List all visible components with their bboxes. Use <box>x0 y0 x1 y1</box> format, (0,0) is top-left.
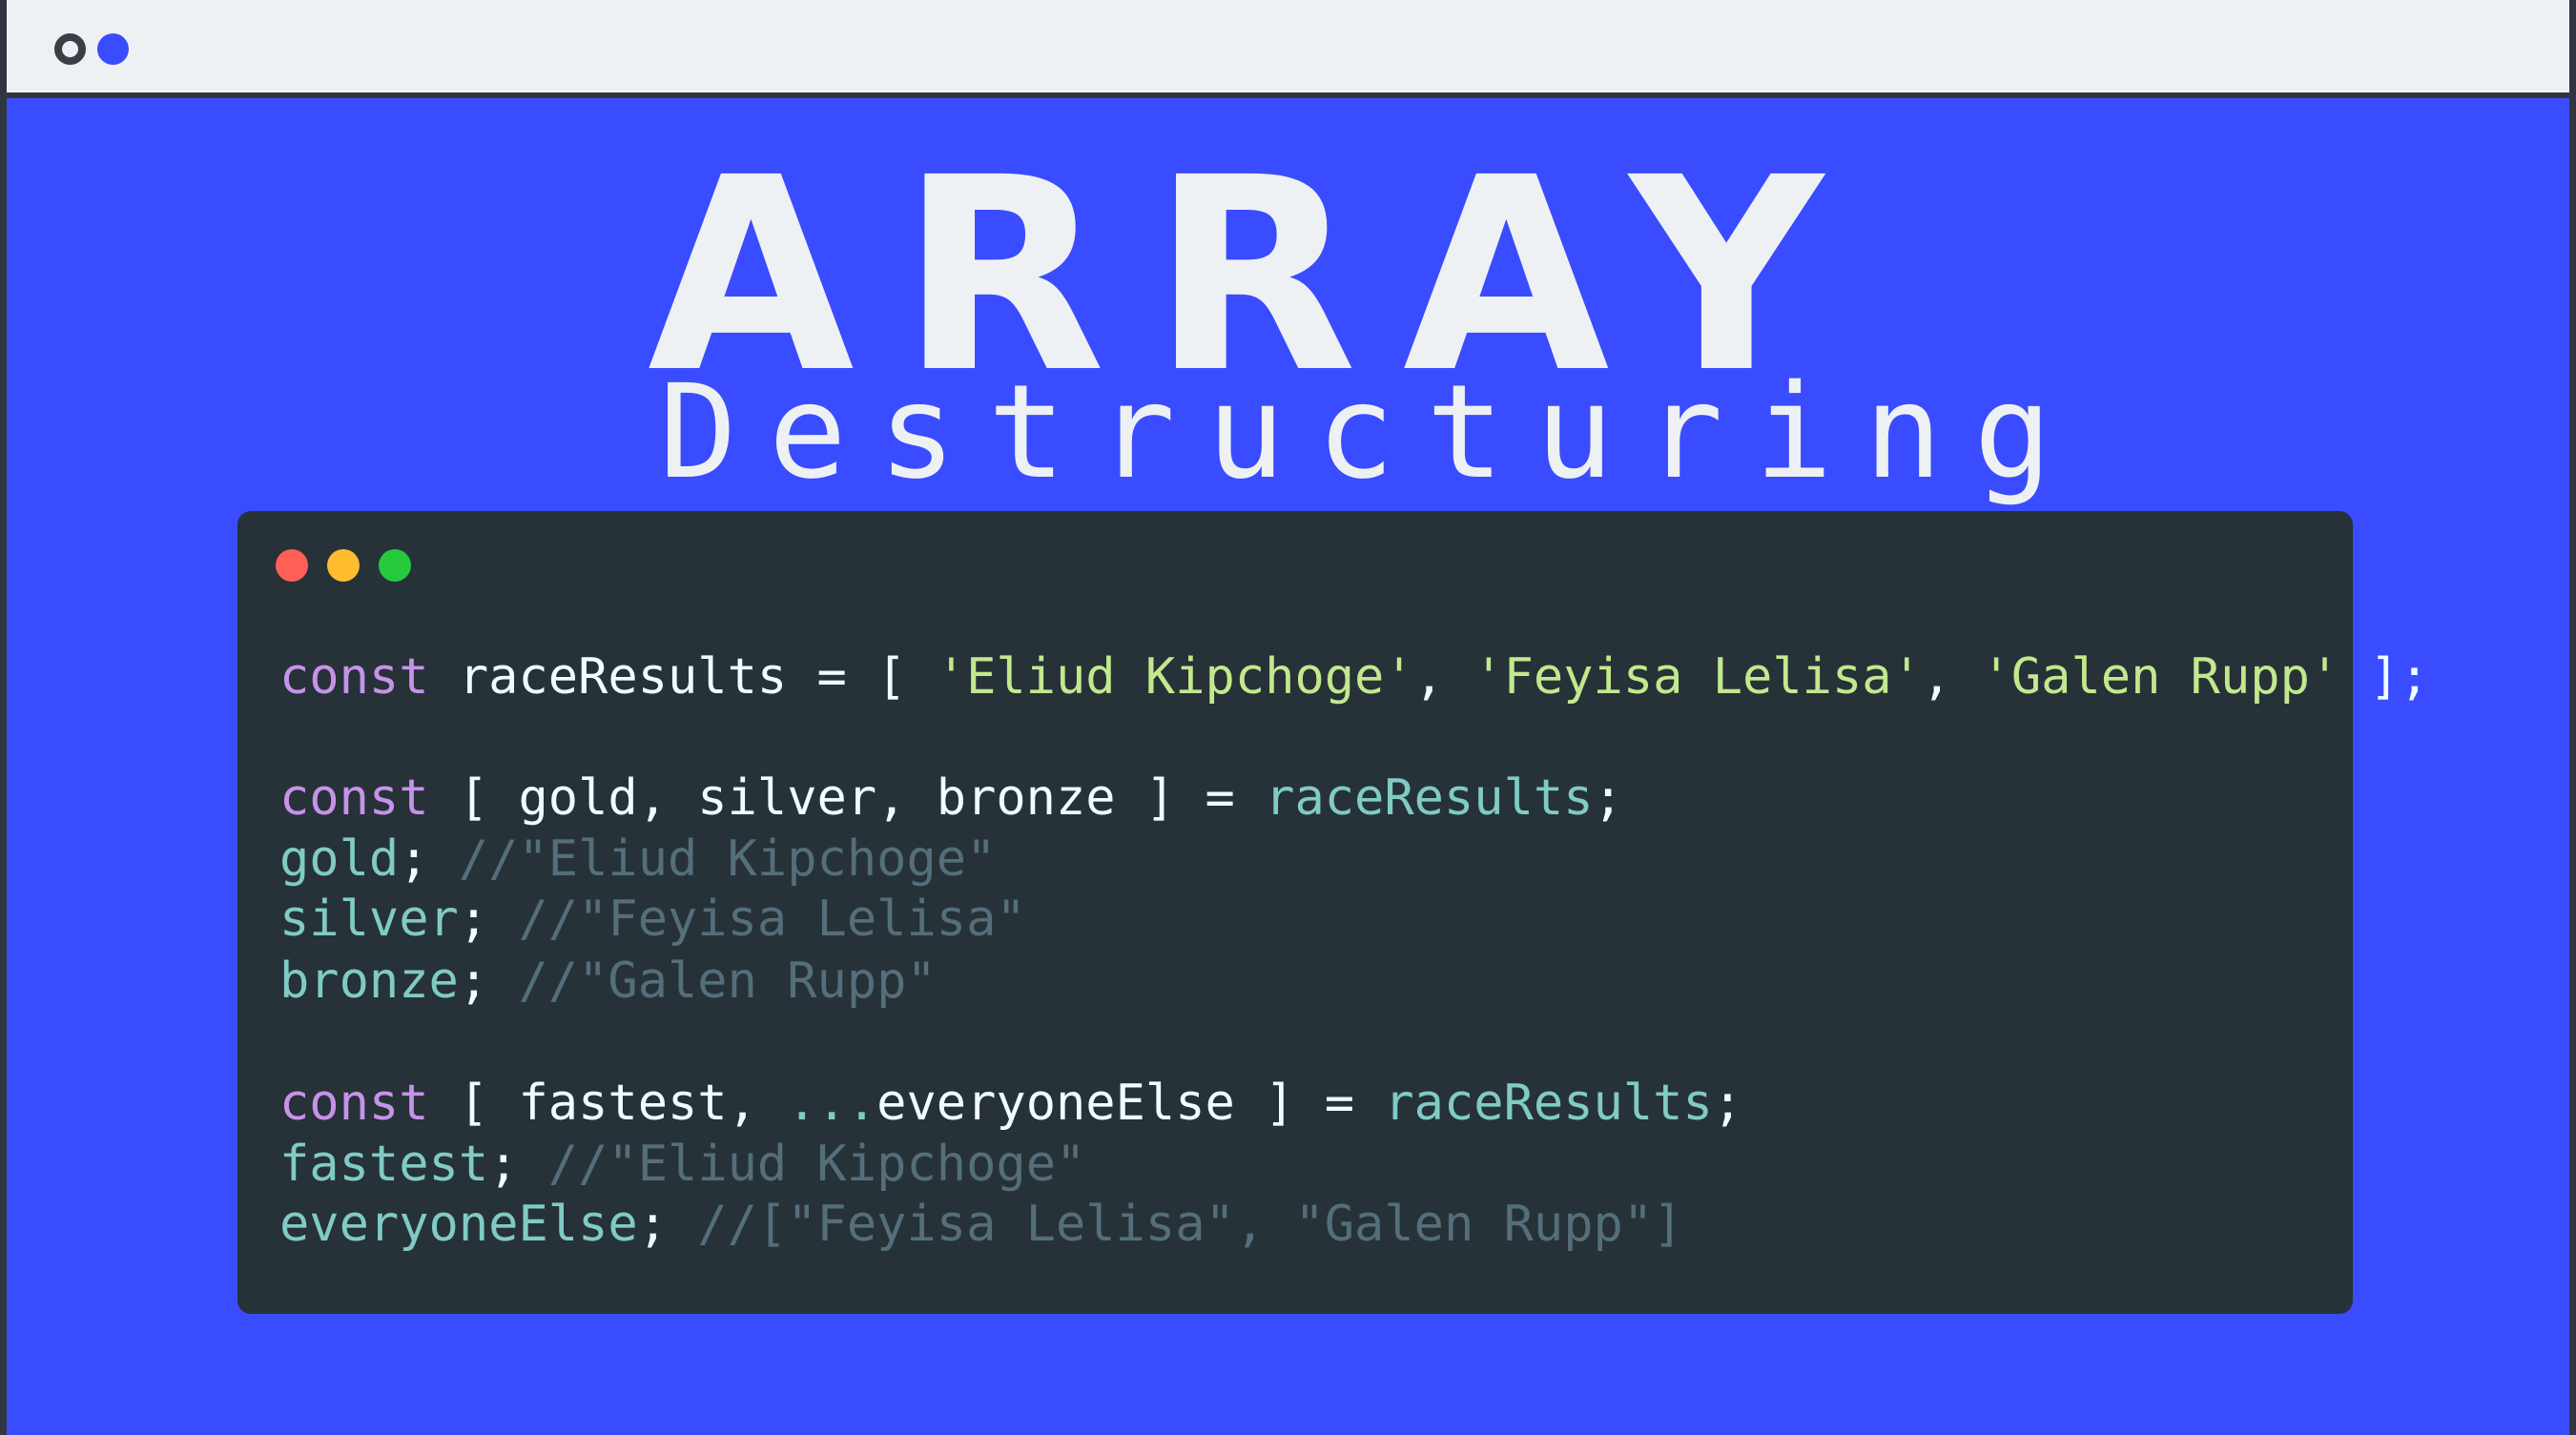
code-token-str: 'Eliud Kipchoge' <box>936 648 1414 706</box>
code-line: const [ fastest, ...everyoneElse ] = rac… <box>279 1078 1742 1128</box>
code-token-pl: , <box>1413 648 1474 706</box>
window-control-outline-dot[interactable] <box>54 33 86 65</box>
code-line: fastest; //"Eliud Kipchoge" <box>279 1139 1085 1189</box>
browser-window: ARRAY Destructuring const raceResults = … <box>0 0 2576 1435</box>
code-line: silver; //"Feyisa Lelisa" <box>279 894 1026 944</box>
code-token-pl: ; <box>458 953 519 1010</box>
code-token-pl: ; <box>399 830 459 888</box>
window-titlebar <box>7 0 2569 98</box>
code-token-kw: const <box>279 1075 429 1132</box>
code-line: const raceResults = [ 'Eliud Kipchoge', … <box>279 652 2429 702</box>
code-token-id: gold <box>279 830 400 888</box>
code-token-cm: //"Galen Rupp" <box>518 953 937 1010</box>
code-token-cm: //"Eliud Kipchoge" <box>458 830 997 888</box>
code-token-pl: , <box>1921 648 1982 706</box>
code-token-pl: everyoneElse ] = <box>876 1075 1385 1132</box>
close-button[interactable] <box>276 549 308 582</box>
code-token-id: everyoneElse <box>279 1196 638 1253</box>
code-token-kw: const <box>279 769 429 827</box>
code-token-pl: raceResults = [ <box>428 648 937 706</box>
code-token-pl: ; <box>637 1196 698 1253</box>
code-token-cm: //"Eliud Kipchoge" <box>547 1136 1086 1193</box>
code-token-id: ... <box>787 1075 877 1132</box>
code-token-id: raceResults <box>1265 769 1594 827</box>
code-token-cm: //["Feyisa Lelisa", "Galen Rupp"] <box>697 1196 1683 1253</box>
code-editor-window: const raceResults = [ 'Eliud Kipchoge', … <box>237 511 2429 1314</box>
code-token-pl: ; <box>1712 1075 1743 1132</box>
code-token-str: 'Feyisa Lelisa' <box>1473 648 1922 706</box>
code-token-cm: //"Feyisa Lelisa" <box>518 891 1026 948</box>
code-token-id: silver <box>279 891 459 948</box>
code-token-pl: ; <box>488 1136 548 1193</box>
code-line: const [ gold, silver, bronze ] = raceRes… <box>279 773 1623 823</box>
code-token-id: raceResults <box>1384 1075 1713 1132</box>
code-line: bronze; //"Galen Rupp" <box>279 956 937 1006</box>
code-token-pl: [ fastest, <box>428 1075 788 1132</box>
maximize-button[interactable] <box>379 549 411 582</box>
code-token-id: bronze <box>279 953 459 1010</box>
minimize-button[interactable] <box>327 549 360 582</box>
code-token-id: fastest <box>279 1136 489 1193</box>
code-line: everyoneElse; //["Feyisa Lelisa", "Galen… <box>279 1199 1682 1249</box>
code-token-pl: ]; <box>2339 648 2430 706</box>
code-token-pl: [ gold, silver, bronze ] = <box>428 769 1266 827</box>
code-token-pl: ; <box>1593 769 1623 827</box>
code-line: gold; //"Eliud Kipchoge" <box>279 834 996 884</box>
code-token-str: 'Galen Rupp' <box>1981 648 2340 706</box>
code-token-kw: const <box>279 648 429 706</box>
code-token-pl: ; <box>458 891 519 948</box>
page-subtitle: Destructuring <box>659 358 2084 508</box>
window-control-filled-dot[interactable] <box>97 33 129 65</box>
